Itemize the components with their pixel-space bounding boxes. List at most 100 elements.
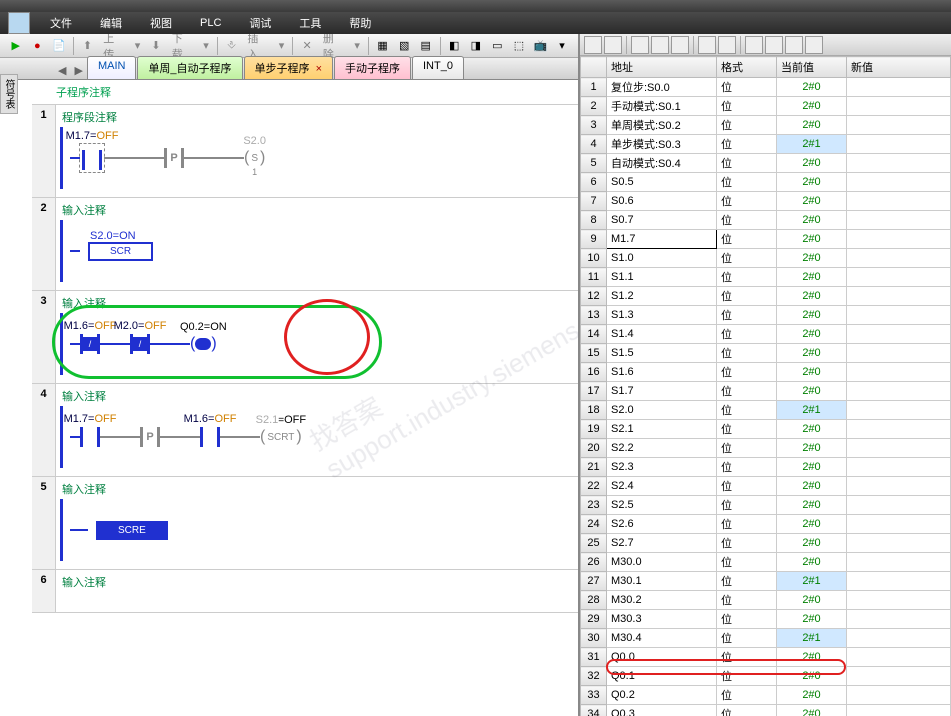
menu-file[interactable]: 文件 — [38, 13, 84, 33]
table-row[interactable]: 3单周模式:S0.2位2#0 — [581, 116, 951, 135]
tabs-left-arrow-icon[interactable]: ◀ — [54, 62, 70, 79]
watch-tool-4[interactable] — [651, 36, 669, 54]
table-row[interactable]: 13S1.3位2#0 — [581, 306, 951, 325]
side-tab-symbol-table[interactable]: 符号表 — [0, 74, 18, 114]
cell-address[interactable]: S2.1 — [607, 420, 717, 439]
tab-3[interactable]: 手动子程序 — [334, 56, 411, 79]
compile-icon[interactable]: 📄 — [49, 36, 69, 56]
cell-new[interactable] — [847, 420, 951, 439]
insert-icon[interactable]: ⎀ — [222, 36, 242, 56]
menu-help[interactable]: 帮助 — [337, 13, 383, 33]
network-number[interactable]: 5 — [32, 477, 56, 569]
cell-format[interactable]: 位 — [717, 515, 777, 534]
cell-format[interactable]: 位 — [717, 135, 777, 154]
table-row[interactable]: 10S1.0位2#0 — [581, 249, 951, 268]
watch-tool-3[interactable] — [631, 36, 649, 54]
cell-new[interactable] — [847, 173, 951, 192]
cell-new[interactable] — [847, 116, 951, 135]
cell-address[interactable]: S1.4 — [607, 325, 717, 344]
cell-address[interactable]: M30.4 — [607, 629, 717, 648]
cell-new[interactable] — [847, 230, 951, 249]
cell-address[interactable]: 自动模式:S0.4 — [607, 154, 717, 173]
cell-address[interactable]: S1.7 — [607, 382, 717, 401]
table-row[interactable]: 7S0.6位2#0 — [581, 192, 951, 211]
cell-new[interactable] — [847, 249, 951, 268]
cell-address[interactable]: M30.2 — [607, 591, 717, 610]
tool-btn-1[interactable]: ▦ — [373, 36, 393, 56]
watch-tool-9[interactable] — [765, 36, 783, 54]
cell-new[interactable] — [847, 135, 951, 154]
cell-address[interactable]: S2.0 — [607, 401, 717, 420]
cell-address[interactable]: M1.7 — [607, 230, 717, 249]
cell-new[interactable] — [847, 401, 951, 420]
table-row[interactable]: 11S1.1位2#0 — [581, 268, 951, 287]
cell-address[interactable]: S0.7 — [607, 211, 717, 230]
cell-new[interactable] — [847, 705, 951, 716]
network-number[interactable]: 1 — [32, 105, 56, 197]
cell-format[interactable]: 位 — [717, 325, 777, 344]
cell-new[interactable] — [847, 268, 951, 287]
col-new[interactable]: 新值 — [847, 57, 951, 78]
cell-address[interactable]: S2.5 — [607, 496, 717, 515]
tool-btn-9[interactable]: ▾ — [552, 36, 572, 56]
network-number[interactable]: 2 — [32, 198, 56, 290]
output-coil-Q0.2[interactable]: Q0.2=ON() — [190, 335, 217, 353]
cell-address[interactable]: M30.3 — [607, 610, 717, 629]
cell-address[interactable]: S1.6 — [607, 363, 717, 382]
col-rownum[interactable] — [581, 57, 607, 78]
menu-view[interactable]: 视图 — [138, 13, 184, 33]
menu-edit[interactable]: 编辑 — [88, 13, 134, 33]
cell-format[interactable]: 位 — [717, 363, 777, 382]
cell-new[interactable] — [847, 534, 951, 553]
cell-new[interactable] — [847, 477, 951, 496]
table-row[interactable]: 28M30.2位2#0 — [581, 591, 951, 610]
cell-format[interactable]: 位 — [717, 610, 777, 629]
cell-address[interactable]: S1.3 — [607, 306, 717, 325]
cell-format[interactable]: 位 — [717, 268, 777, 287]
cell-format[interactable]: 位 — [717, 306, 777, 325]
table-row[interactable]: 9M1.7位2#0 — [581, 230, 951, 249]
menu-plc[interactable]: PLC — [188, 15, 233, 31]
table-row[interactable]: 1复位步:S0.0位2#0 — [581, 78, 951, 97]
watch-tool-8[interactable] — [745, 36, 763, 54]
tab-2[interactable]: 单步子程序× — [244, 56, 333, 79]
cell-new[interactable] — [847, 686, 951, 705]
cell-format[interactable]: 位 — [717, 553, 777, 572]
run-icon[interactable]: ▶ — [6, 36, 26, 56]
cell-format[interactable]: 位 — [717, 477, 777, 496]
table-row[interactable]: 26M30.0位2#0 — [581, 553, 951, 572]
table-row[interactable]: 8S0.7位2#0 — [581, 211, 951, 230]
table-row[interactable]: 16S1.6位2#0 — [581, 363, 951, 382]
col-address[interactable]: 地址 — [607, 57, 717, 78]
menu-tools[interactable]: 工具 — [287, 13, 333, 33]
cell-new[interactable] — [847, 78, 951, 97]
cell-format[interactable]: 位 — [717, 534, 777, 553]
cell-format[interactable]: 位 — [717, 667, 777, 686]
table-row[interactable]: 33Q0.2位2#0 — [581, 686, 951, 705]
cell-address[interactable]: S2.3 — [607, 458, 717, 477]
contact-M1.6[interactable]: M1.6=OFF/ — [80, 334, 100, 354]
cell-new[interactable] — [847, 648, 951, 667]
coil-S2.0[interactable]: S2.0(S)1 — [244, 149, 265, 167]
network-number[interactable]: 3 — [32, 291, 56, 383]
cell-address[interactable]: 复位步:S0.0 — [607, 78, 717, 97]
cell-address[interactable]: Q0.3 — [607, 705, 717, 716]
table-row[interactable]: 22S2.4位2#0 — [581, 477, 951, 496]
watch-table[interactable]: 地址 格式 当前值 新值 1复位步:S0.0位2#02手动模式:S0.1位2#0… — [580, 56, 951, 716]
cell-new[interactable] — [847, 553, 951, 572]
cell-address[interactable]: M30.1 — [607, 572, 717, 591]
cell-address[interactable]: 单步模式:S0.3 — [607, 135, 717, 154]
ladder-area[interactable]: 子程序注释 1程序段注释M1.7=OFFPS2.0(S)12输入注释SCRS2.… — [0, 80, 578, 716]
coil-S2.1[interactable]: S2.1=OFF(SCRT) — [260, 428, 302, 446]
tool-btn-3[interactable]: ▤ — [416, 36, 436, 56]
cell-format[interactable]: 位 — [717, 97, 777, 116]
cell-format[interactable]: 位 — [717, 154, 777, 173]
cell-new[interactable] — [847, 97, 951, 116]
tab-1[interactable]: 单周_自动子程序 — [137, 56, 242, 79]
cell-format[interactable]: 位 — [717, 629, 777, 648]
cell-new[interactable] — [847, 458, 951, 477]
table-row[interactable]: 30M30.4位2#1 — [581, 629, 951, 648]
contact-p[interactable]: P — [140, 427, 160, 447]
cell-new[interactable] — [847, 211, 951, 230]
contact-M2.0[interactable]: M2.0=OFF/ — [130, 334, 150, 354]
